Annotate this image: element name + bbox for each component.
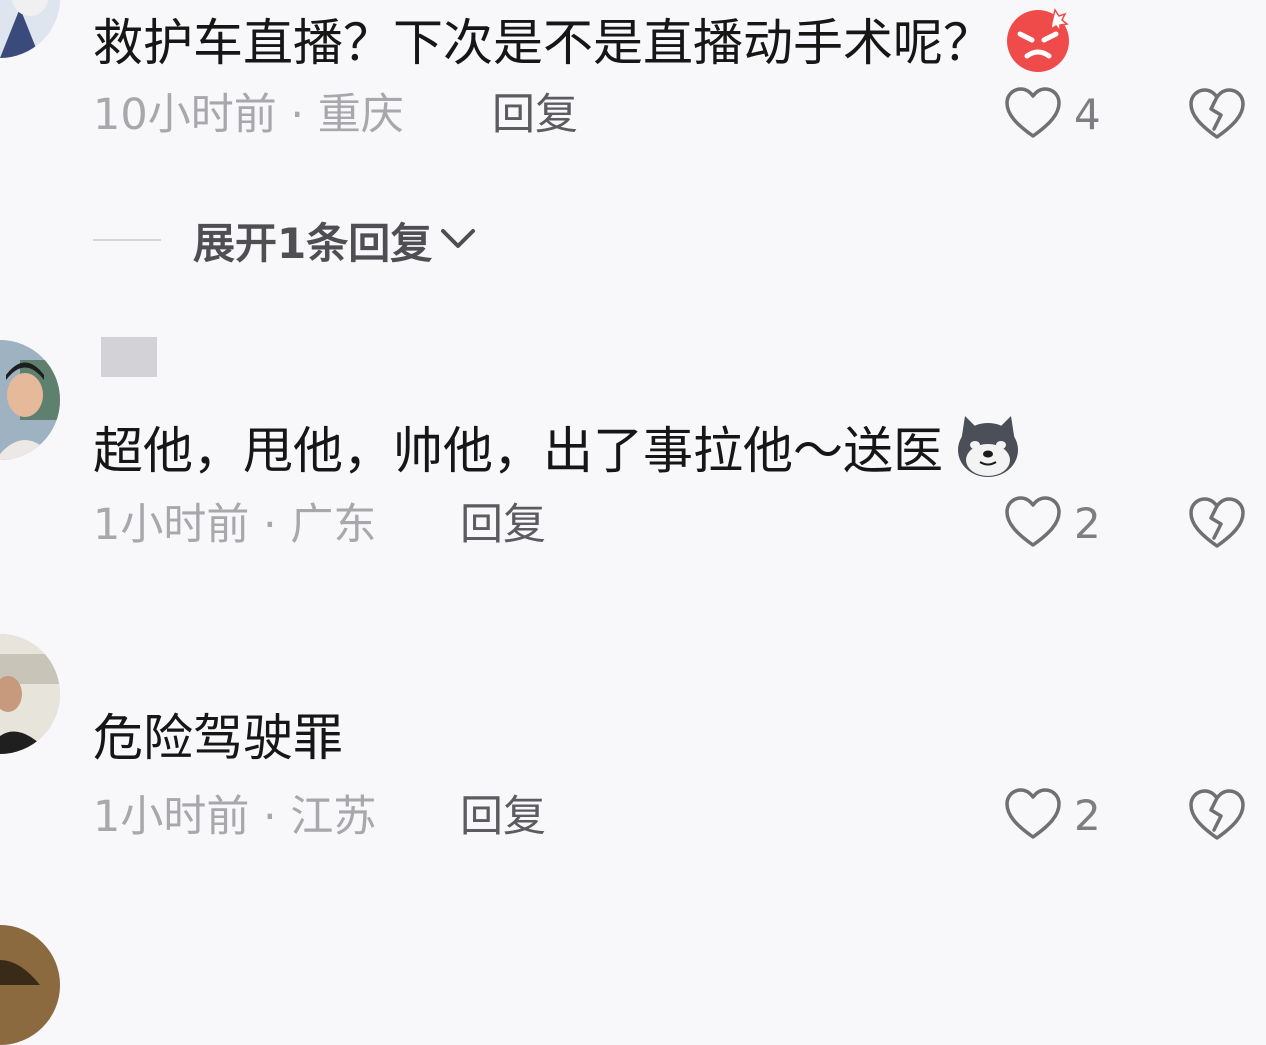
reply-button[interactable]: 回复 xyxy=(460,500,546,550)
broken-heart-icon xyxy=(1188,496,1246,550)
angry-face-icon xyxy=(1003,4,1073,74)
divider xyxy=(93,239,161,241)
heart-icon xyxy=(1004,86,1062,144)
comment-meta: 1小时前 · 广东 xyxy=(93,500,377,550)
avatar[interactable] xyxy=(0,634,60,754)
heart-icon xyxy=(1004,787,1062,845)
comment-text: 救护车直播？下次是不是直播动手术呢？ xyxy=(93,4,1073,74)
like-button[interactable]: 4 xyxy=(1004,87,1101,143)
expand-replies-label: 展开1条回复 xyxy=(193,218,433,268)
broken-heart-icon xyxy=(1188,788,1246,842)
comment-text: 超他，甩他，帅他，出了事拉他～送医 xyxy=(93,412,1023,482)
avatar[interactable] xyxy=(0,925,60,1045)
like-count: 2 xyxy=(1074,499,1101,548)
dislike-button[interactable] xyxy=(1188,87,1246,141)
reply-button[interactable]: 回复 xyxy=(460,792,546,842)
like-button[interactable]: 2 xyxy=(1004,496,1101,552)
like-button[interactable]: 2 xyxy=(1004,788,1101,844)
dislike-button[interactable] xyxy=(1188,788,1246,842)
heart-icon xyxy=(1004,495,1062,553)
reply-button[interactable]: 回复 xyxy=(492,90,578,140)
chevron-down-icon xyxy=(432,223,478,257)
expand-replies-button[interactable]: 展开1条回复 xyxy=(93,210,478,270)
like-count: 4 xyxy=(1074,90,1101,139)
dog-face-icon xyxy=(953,412,1023,482)
username-redacted xyxy=(101,337,157,377)
comment-text: 危险驾驶罪 xyxy=(93,709,343,767)
dislike-button[interactable] xyxy=(1188,496,1246,550)
broken-heart-icon xyxy=(1188,87,1246,141)
avatar[interactable] xyxy=(0,0,60,58)
comment-meta: 10小时前 · 重庆 xyxy=(93,90,404,140)
like-count: 2 xyxy=(1074,791,1101,840)
avatar[interactable] xyxy=(0,340,60,460)
comment-meta: 1小时前 · 江苏 xyxy=(93,792,377,842)
